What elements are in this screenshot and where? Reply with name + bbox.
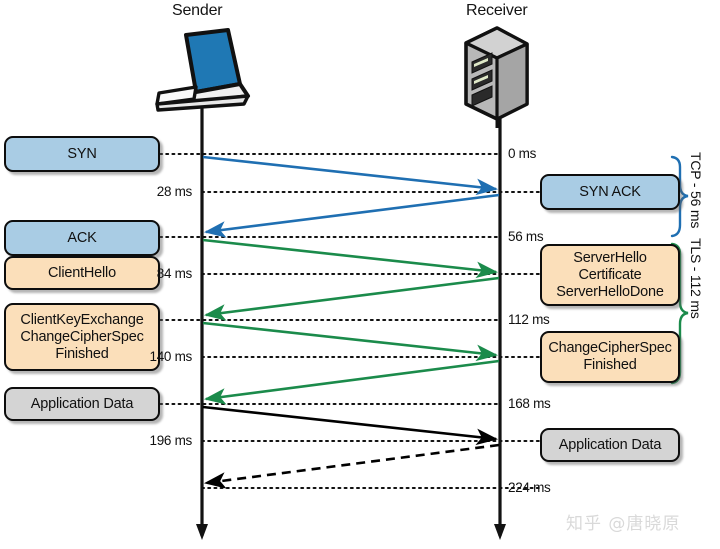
arrow-clientkeyexchange: [202, 321, 499, 362]
message-box-syn[interactable]: SYN: [4, 136, 160, 172]
arrow-changecipherspec: [203, 359, 500, 405]
appdata-arrows: [202, 405, 500, 489]
message-line: ACK: [67, 229, 97, 246]
brace-label-tls: TLS - 112 ms: [688, 238, 704, 319]
message-box-application-data-left[interactable]: Application Data: [4, 387, 160, 421]
message-line: ServerHelloDone: [556, 283, 664, 300]
arrow-appdata-out: [202, 405, 499, 446]
message-box-ack[interactable]: ACK: [4, 220, 160, 256]
message-line: ServerHello: [573, 249, 647, 266]
tick-label-196ms: 196 ms: [149, 433, 193, 448]
tick-label-168ms: 168 ms: [508, 396, 551, 411]
brace-label-tcp: TCP - 56 ms: [688, 152, 704, 229]
tick-label-140ms: 140 ms: [149, 349, 193, 364]
tick-label-0ms: 0 ms: [508, 146, 537, 161]
message-line: SYN ACK: [579, 183, 641, 200]
receiver-label: Receiver: [466, 2, 528, 19]
tick-label-28ms: 28 ms: [156, 184, 193, 199]
server-icon: [464, 26, 529, 128]
message-box-serverhello[interactable]: ServerHello Certificate ServerHelloDone: [540, 244, 680, 306]
sender-label: Sender: [172, 2, 223, 19]
message-line: ChangeCipherSpec: [20, 328, 144, 345]
arrow-synack: [203, 193, 500, 238]
arrow-syn: [202, 155, 499, 196]
message-line: SYN: [67, 145, 97, 162]
message-box-changecipherspec[interactable]: ChangeCipherSpec Finished: [540, 331, 680, 383]
message-line: Certificate: [578, 266, 642, 283]
tls-handshake-diagram: Sender Receiver SYN ACK ClientHello Clie…: [0, 0, 720, 549]
tick-label-84ms: 84 ms: [156, 266, 193, 281]
message-line: Application Data: [30, 395, 134, 412]
message-box-application-data-right[interactable]: Application Data: [540, 428, 680, 462]
message-lines: ChangeCipherSpec Finished: [548, 340, 672, 374]
watermark: 知乎 @唐晓原: [566, 514, 681, 534]
message-box-syn-ack[interactable]: SYN ACK: [540, 174, 680, 210]
message-line: Finished: [583, 357, 637, 373]
message-lines: ServerHello Certificate ServerHelloDone: [548, 250, 672, 301]
arrow-appdata-in: [203, 443, 500, 489]
message-line: ChangeCipherSpec: [548, 340, 672, 356]
laptop-icon: [155, 28, 250, 112]
tcp-arrows: [202, 155, 500, 238]
message-line: Application Data: [558, 436, 662, 453]
arrow-clienthello: [202, 238, 499, 279]
tick-label-56ms: 56 ms: [508, 229, 544, 244]
message-line: ClientKeyExchange: [20, 311, 144, 328]
arrow-serverhello: [203, 276, 500, 321]
tick-label-224ms: 224 ms: [508, 480, 551, 495]
tick-label-112ms: 112 ms: [508, 312, 550, 327]
